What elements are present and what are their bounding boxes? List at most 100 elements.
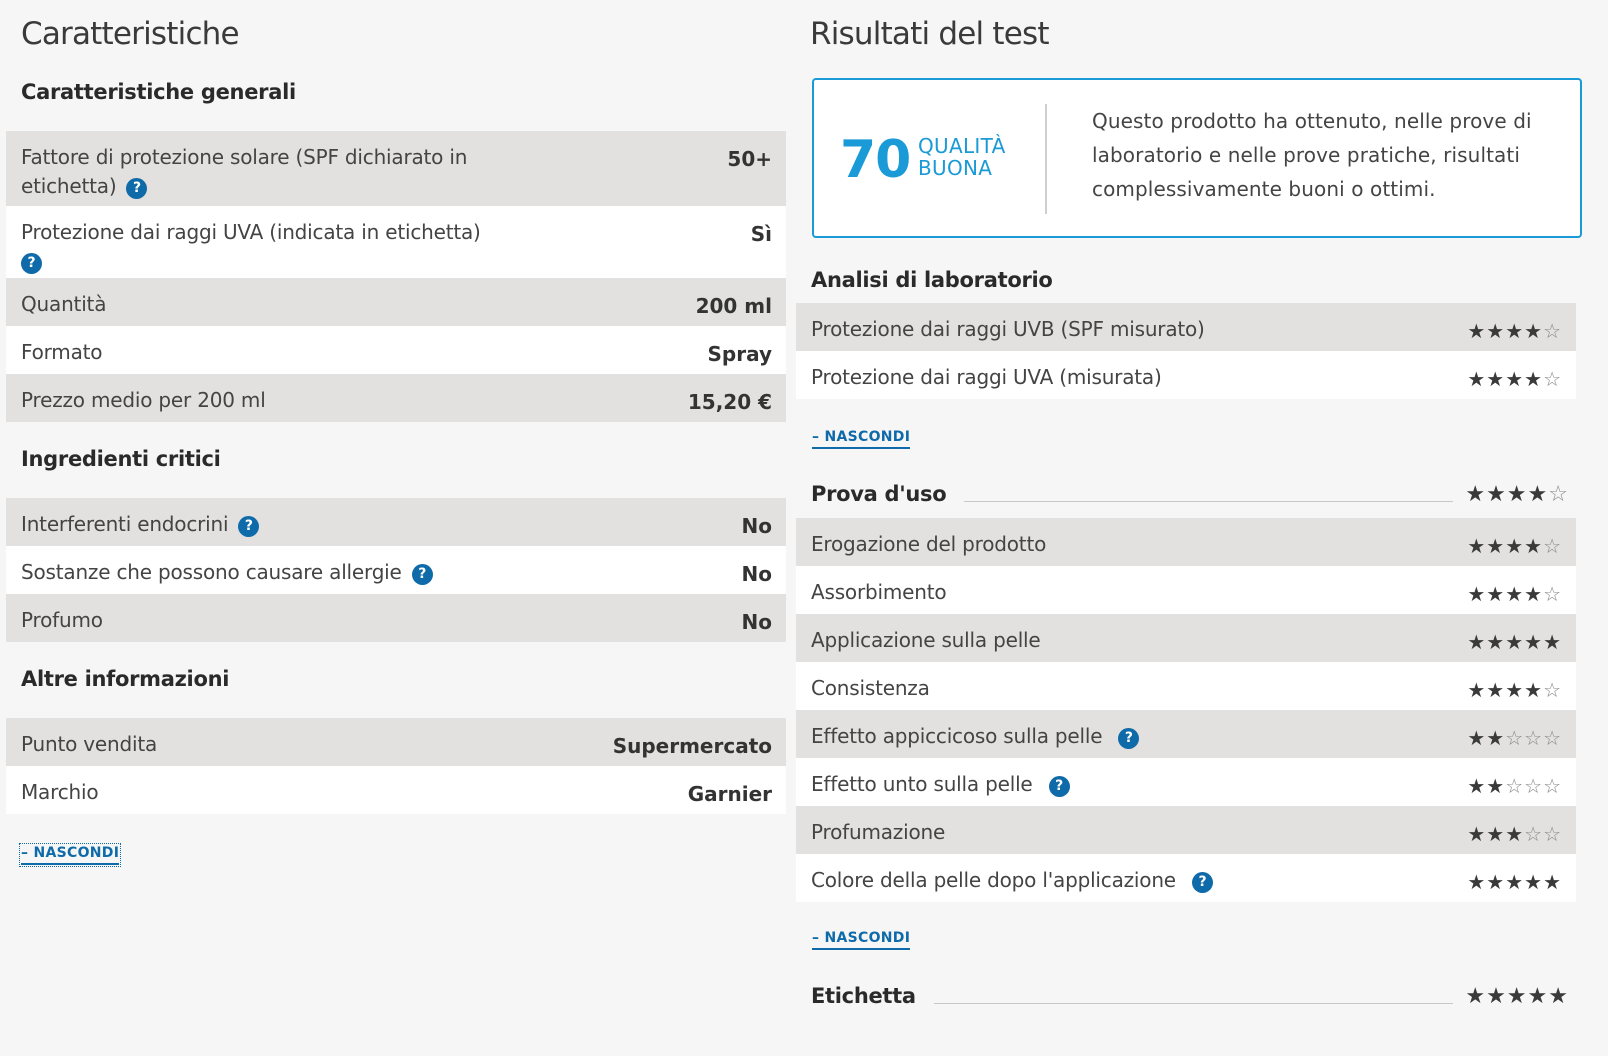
star-filled-icon: ★ [1465,482,1487,507]
star-empty-icon: ☆ [1505,726,1525,750]
help-icon[interactable]: ? [1118,728,1140,749]
allergens-value: No [741,562,772,586]
uvb-measured-rating: ★★★★☆ [1467,315,1562,346]
star-empty-icon: ☆ [1548,482,1569,507]
star-filled-icon: ★ [1467,822,1487,846]
endocrine-value: No [741,514,772,538]
quantity-label: Quantità [21,292,107,316]
store-row: Punto vendita Supermercato [6,718,786,766]
star-empty-icon: ☆ [1543,678,1562,702]
help-icon[interactable]: ? [126,178,148,199]
uva-measured-rating: ★★★★☆ [1467,363,1562,394]
star-filled-icon: ★ [1524,582,1544,606]
star-filled-icon: ★ [1505,678,1525,702]
star-filled-icon: ★ [1543,630,1562,654]
help-icon[interactable]: ? [1048,776,1070,797]
star-filled-icon: ★ [1486,984,1507,1009]
spf-declared-row: Fattore di protezione solare (SPF dichia… [6,131,786,206]
sticky-effect-row: Effetto appiccicoso sulla pelle? ★★☆☆☆ [796,710,1576,758]
star-filled-icon: ★ [1527,482,1549,507]
application-row: Applicazione sulla pelle ★★★★★ [796,614,1576,662]
overall-score-value: 70 [840,130,911,190]
uva-declared-value: Sì [750,222,772,246]
spf-declared-label: Fattore di protezione solare (SPF dichia… [21,145,468,198]
test-results-title: Risultati del test [810,16,1049,52]
sticky-effect-rating: ★★☆☆☆ [1467,722,1562,753]
perfume-label: Profumo [21,608,103,632]
hide-usage-link[interactable]: – NASCONDI [812,930,911,950]
star-filled-icon: ★ [1524,367,1544,391]
star-filled-icon: ★ [1465,984,1487,1009]
star-filled-icon: ★ [1486,367,1506,391]
star-empty-icon: ☆ [1505,774,1525,798]
help-icon[interactable]: ? [411,564,433,585]
lab-analysis-title: Analisi di laboratorio [811,268,1053,292]
star-filled-icon: ★ [1467,582,1487,606]
uva-measured-row: Protezione dai raggi UVA (misurata) ★★★★… [796,351,1576,399]
star-empty-icon: ☆ [1524,822,1544,846]
uvb-measured-row: Protezione dai raggi UVB (SPF misurato) … [796,303,1576,351]
star-filled-icon: ★ [1486,822,1506,846]
star-filled-icon: ★ [1486,582,1506,606]
overall-score-label: QUALITÀ BUONA [918,135,1006,179]
skin-color-label: Colore della pelle dopo l'applicazione [811,868,1176,892]
format-label: Formato [21,340,103,364]
help-icon[interactable]: ? [238,516,260,537]
fragrance-label: Profumazione [811,820,946,844]
star-filled-icon: ★ [1505,367,1525,391]
uvb-measured-label: Protezione dai raggi UVB (SPF misurato) [811,317,1205,341]
dispensing-rating: ★★★★☆ [1467,530,1562,561]
consistency-row: Consistenza ★★★★☆ [796,662,1576,710]
store-label: Punto vendita [21,732,158,756]
star-empty-icon: ☆ [1543,534,1562,558]
score-label-line1: QUALITÀ [918,134,1006,158]
allergens-label: Sostanze che possono causare allergie [21,560,402,584]
hide-lab-link[interactable]: – NASCONDI [812,429,911,449]
star-filled-icon: ★ [1506,482,1528,507]
greasy-effect-row: Effetto unto sulla pelle? ★★☆☆☆ [796,758,1576,806]
star-filled-icon: ★ [1505,630,1525,654]
uva-declared-row: Protezione dai raggi UVA (indicata in et… [6,206,786,278]
help-icon[interactable]: ? [21,253,42,274]
header-rule [964,501,1454,502]
star-filled-icon: ★ [1486,534,1506,558]
star-filled-icon: ★ [1467,534,1487,558]
greasy-effect-label: Effetto unto sulla pelle [811,772,1033,796]
star-empty-icon: ☆ [1543,319,1562,343]
star-filled-icon: ★ [1524,319,1544,343]
star-filled-icon: ★ [1467,678,1487,702]
skin-color-rating: ★★★★★ [1467,866,1562,897]
star-filled-icon: ★ [1505,319,1525,343]
quantity-value: 200 ml [695,294,772,318]
characteristics-title: Caratteristiche [21,16,240,52]
star-filled-icon: ★ [1505,822,1525,846]
star-filled-icon: ★ [1486,630,1506,654]
price-row: Prezzo medio per 200 ml 15,20 € [6,374,786,422]
star-filled-icon: ★ [1467,630,1487,654]
star-filled-icon: ★ [1486,774,1506,798]
score-label-line2: BUONA [918,156,993,180]
star-filled-icon: ★ [1543,870,1562,894]
star-empty-icon: ☆ [1543,774,1562,798]
price-label: Prezzo medio per 200 ml [21,388,266,412]
consistency-rating: ★★★★☆ [1467,674,1562,705]
spf-declared-value: 50+ [727,147,772,171]
help-icon[interactable]: ? [1191,872,1213,893]
score-divider [1045,104,1047,214]
endocrine-label: Interferenti endocrini [21,512,229,536]
price-value: 15,20 € [687,390,772,414]
star-filled-icon: ★ [1467,870,1487,894]
overall-score-description: Questo prodotto ha ottenuto, nelle prove… [1092,109,1532,201]
star-empty-icon: ☆ [1543,822,1562,846]
label-section-rating: ★★★★★ [1465,982,1573,1009]
endocrine-row: Interferenti endocrini? No [6,498,786,546]
uva-declared-label: Protezione dai raggi UVA (indicata in et… [21,220,481,244]
fragrance-row: Profumazione ★★★☆☆ [796,806,1576,854]
critical-ingredients-title: Ingredienti critici [21,447,221,471]
dispensing-label: Erogazione del prodotto [811,532,1047,556]
star-filled-icon: ★ [1524,870,1544,894]
hide-characteristics-link[interactable]: – NASCONDI [18,843,122,867]
brand-row: Marchio Garnier [6,766,786,814]
star-filled-icon: ★ [1486,319,1506,343]
perfume-value: No [741,610,772,634]
